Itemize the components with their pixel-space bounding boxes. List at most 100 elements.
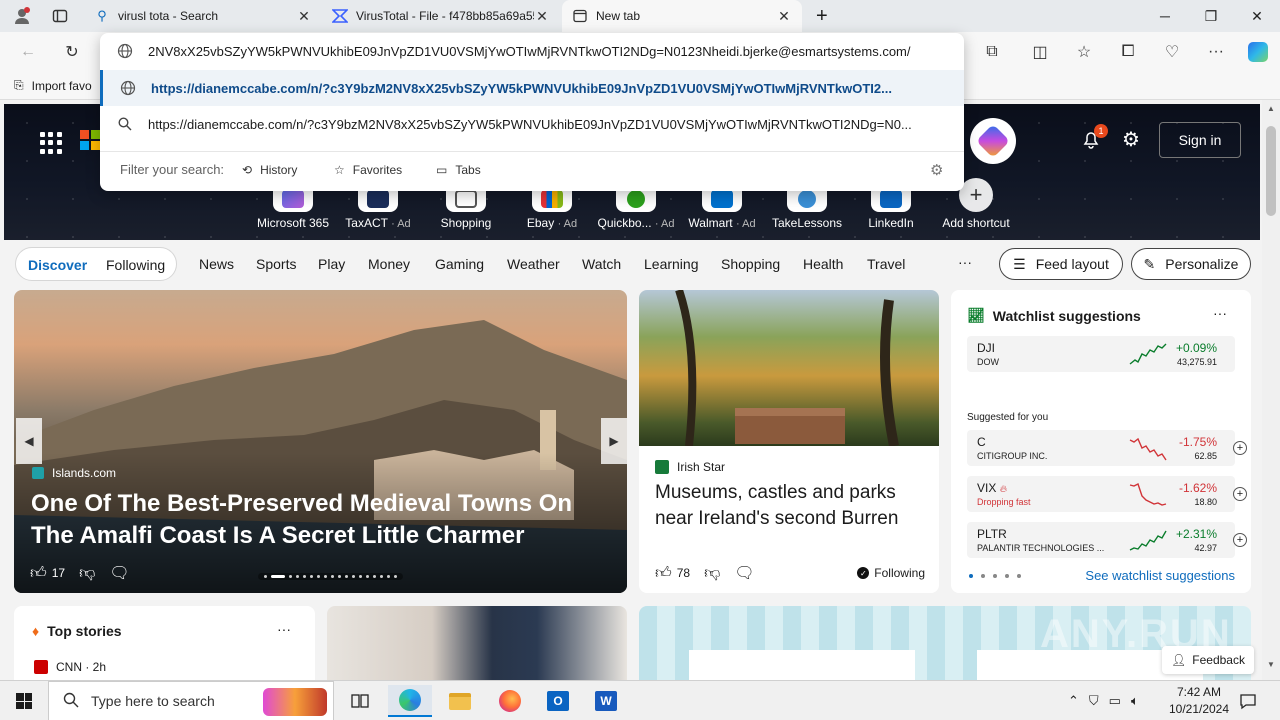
ad-label: · Ad — [391, 218, 411, 230]
network-icon[interactable]: ▭ — [1109, 693, 1121, 709]
nav-weather[interactable]: Weather — [507, 256, 560, 272]
check-circle-icon: ✓ — [857, 567, 870, 579]
address-input[interactable]: /2NV8xX25vbSZyYW5kPWNVUkhibE09JnVpZD1VU0… — [100, 33, 964, 69]
taskbar-clock[interactable]: 7:42 AM 10/21/2024 — [1164, 684, 1234, 718]
close-tab-icon[interactable]: ✕ — [296, 8, 312, 25]
word-icon[interactable]: W — [584, 685, 628, 717]
page-scrollbar[interactable]: ▲ ▼ — [1262, 100, 1280, 680]
nav-money[interactable]: Money — [368, 256, 410, 272]
thumbs-down-icon[interactable]: 👎︎ — [79, 564, 95, 583]
volume-icon[interactable]: 🔈︎ — [1131, 693, 1139, 709]
filter-history[interactable]: ⟲ History — [242, 163, 297, 177]
nav-play[interactable]: Play — [318, 256, 345, 272]
collections-icon[interactable]: ⧠ — [1112, 38, 1144, 66]
story-source[interactable]: CNN · 2h — [34, 660, 106, 674]
comment-icon[interactable]: 🗨︎ — [109, 563, 129, 583]
nav-shopping[interactable]: Shopping — [721, 256, 780, 272]
add-to-watchlist-icon[interactable]: + — [1233, 487, 1247, 501]
scroll-down-icon[interactable]: ▼ — [1266, 660, 1276, 670]
article-source[interactable]: Islands.com — [32, 466, 116, 480]
stock-row-c[interactable]: C CITIGROUP INC. -1.75% 62.85 + — [967, 430, 1247, 466]
personalize-button[interactable]: ✎ Personalize — [1131, 248, 1251, 280]
close-tab-icon[interactable]: ✕ — [534, 8, 550, 25]
nav-watch[interactable]: Watch — [582, 256, 621, 272]
taskbar-search[interactable]: Type here to search — [48, 681, 334, 720]
filter-favorites[interactable]: ☆ Favorites — [334, 163, 402, 177]
copilot-icon[interactable] — [1242, 38, 1274, 66]
nav-news[interactable]: News — [199, 256, 234, 272]
ad-label: · Ad — [557, 218, 578, 230]
favorites-icon[interactable]: ☆ — [1068, 38, 1100, 66]
hero-article-card[interactable]: ◀ ▶ Islands.com One Of The Best-Preserve… — [14, 290, 627, 593]
comment-icon[interactable]: 🗨︎ — [734, 563, 754, 583]
scroll-up-icon[interactable]: ▲ — [1266, 104, 1276, 114]
chevron-up-icon[interactable]: ⌃ — [1068, 693, 1079, 709]
minimize-button[interactable]: ─ — [1142, 0, 1188, 32]
see-watchlist-link[interactable]: See watchlist suggestions — [1085, 568, 1235, 583]
stock-row-pltr[interactable]: PLTR PALANTIR TECHNOLOGIES ... +2.31% 42… — [967, 522, 1247, 558]
tab-actions-icon[interactable] — [44, 2, 76, 30]
outlook-icon[interactable]: O — [536, 685, 580, 717]
suggestion-item-selected[interactable]: https://dianemccabe.com/n/?c3Y9bzM2NV8xX… — [100, 70, 964, 106]
file-explorer-icon[interactable] — [438, 685, 482, 717]
stock-row-dji[interactable]: DJI DOW +0.09% 43,275.91 — [967, 336, 1235, 372]
article-title[interactable]: Museums, castles and parks near Ireland'… — [655, 480, 927, 532]
following-indicator[interactable]: ✓ Following — [857, 566, 925, 580]
copilot-button[interactable] — [970, 118, 1016, 164]
article-title[interactable]: One Of The Best-Preserved Medieval Towns… — [31, 488, 611, 552]
stock-row-vix[interactable]: VIX 🔥︎ Dropping fast -1.62% 18.80 + — [967, 476, 1247, 512]
tab-virustotal[interactable]: VirusTotal - File - f478bb85a69a55 ✕ — [322, 0, 560, 32]
profile-icon[interactable] — [6, 2, 38, 30]
watchlist-more-icon[interactable]: ··· — [1213, 305, 1227, 321]
start-button[interactable] — [0, 681, 48, 720]
extensions-icon[interactable]: ⧉ — [976, 38, 1008, 66]
tab-search[interactable]: ⚲ virusl tota - Search ✕ — [84, 0, 322, 32]
security-icon[interactable]: ⛉ — [1089, 693, 1099, 709]
add-to-watchlist-icon[interactable]: + — [1233, 533, 1247, 547]
filter-tabs[interactable]: ▭ Tabs — [436, 163, 481, 177]
sign-in-button[interactable]: Sign in — [1159, 122, 1241, 158]
stock-symbol: VIX — [977, 481, 997, 495]
source-logo-icon — [32, 467, 44, 479]
close-window-button[interactable]: ✕ — [1234, 0, 1280, 32]
tab-discover[interactable]: Discover — [28, 257, 87, 273]
new-tab-button[interactable]: + — [806, 0, 832, 32]
close-tab-icon[interactable]: ✕ — [776, 8, 792, 25]
carousel-prev-button[interactable]: ◀ — [16, 418, 42, 464]
refresh-icon[interactable]: ↻ — [56, 38, 88, 66]
nav-learning[interactable]: Learning — [644, 256, 699, 272]
article-card-image[interactable] — [327, 606, 627, 680]
task-view-icon[interactable] — [338, 685, 382, 717]
article-card[interactable]: Irish Star Museums, castles and parks ne… — [639, 290, 939, 593]
app-launcher-icon[interactable] — [40, 132, 62, 154]
like-button[interactable]: 👍︎ 78 — [655, 564, 690, 583]
top-stories-more-icon[interactable]: ··· — [277, 621, 291, 637]
edge-taskbar-icon[interactable] — [388, 685, 432, 717]
page-settings-icon[interactable]: ⚙ — [1118, 126, 1144, 152]
nav-travel[interactable]: Travel — [867, 256, 905, 272]
notification-center-icon[interactable] — [1234, 687, 1262, 715]
firefox-icon[interactable] — [488, 685, 532, 717]
carousel-next-button[interactable]: ▶ — [601, 418, 627, 464]
thumbs-down-icon[interactable]: 👎︎ — [704, 564, 720, 583]
feed-layout-button[interactable]: ☰ Feed layout — [999, 248, 1123, 280]
performance-icon[interactable]: ♡ — [1156, 38, 1188, 66]
import-favorites-item[interactable]: ⎘ Import favo — [14, 78, 92, 93]
restore-button[interactable]: ❐ — [1188, 0, 1234, 32]
add-to-watchlist-icon[interactable]: + — [1233, 441, 1247, 455]
suggestion-item[interactable]: https://dianemccabe.com/n/?c3Y9bzM2NV8xX… — [100, 106, 964, 142]
scroll-thumb[interactable] — [1266, 126, 1276, 216]
settings-gear-icon[interactable]: ⚙ — [930, 161, 943, 179]
tab-new-tab[interactable]: New tab ✕ — [562, 0, 802, 32]
article-source[interactable]: Irish Star — [655, 460, 725, 474]
like-button[interactable]: 👍︎ 17 — [30, 564, 65, 583]
back-icon[interactable]: ← — [12, 38, 44, 66]
nav-more-icon[interactable]: ··· — [958, 254, 972, 270]
tab-following[interactable]: Following — [106, 257, 165, 273]
more-menu-icon[interactable]: ··· — [1200, 38, 1232, 66]
nav-health[interactable]: Health — [803, 256, 843, 272]
stock-name: PALANTIR TECHNOLOGIES ... — [977, 543, 1105, 553]
split-screen-icon[interactable]: ◫ — [1024, 38, 1056, 66]
nav-gaming[interactable]: Gaming — [435, 256, 484, 272]
nav-sports[interactable]: Sports — [256, 256, 296, 272]
